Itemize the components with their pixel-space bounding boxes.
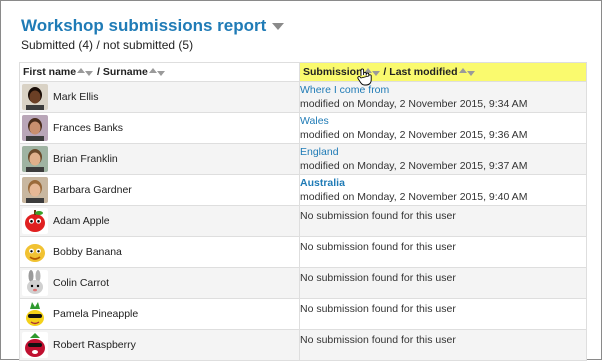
table-row: Frances Banks Wales modified on Monday, 2 …: [19, 112, 587, 144]
user-cell: Brian Franklin: [19, 143, 300, 175]
banana-avatar[interactable]: [22, 239, 48, 265]
user-name-link[interactable]: Brian Franklin: [53, 153, 118, 165]
user-cell: Frances Banks: [19, 112, 300, 144]
sort-first-name-link[interactable]: First name: [23, 66, 76, 78]
submission-cell: England modified on Monday, 2 November 20…: [299, 143, 587, 175]
raspberry-avatar[interactable]: [22, 332, 48, 358]
sort-last-modified-link[interactable]: Last modified: [389, 66, 457, 78]
photo-avatar[interactable]: [22, 84, 48, 110]
sort-arrows-icon[interactable]: [77, 67, 94, 77]
submission-cell: No submission found for this user: [299, 267, 587, 299]
report-title[interactable]: Workshop submissions report: [21, 16, 285, 36]
submission-link[interactable]: Australia: [300, 176, 586, 190]
submission-cell: Australia modified on Monday, 2 November …: [299, 174, 587, 206]
photo-avatar[interactable]: [22, 177, 48, 203]
table-row: Mark Ellis Where I come from modified on M…: [19, 81, 587, 113]
header-name: First name / Surname: [19, 62, 300, 82]
user-cell: Robert Raspberry: [19, 329, 300, 361]
pineapple-avatar[interactable]: [22, 301, 48, 327]
submission-cell: Where I come from modified on Monday, 2 N…: [299, 81, 587, 113]
sort-submission-link[interactable]: Submission: [303, 66, 363, 78]
user-cell: Pamela Pineapple: [19, 298, 300, 330]
user-name-link[interactable]: Barbara Gardner: [53, 184, 132, 196]
carrot-avatar[interactable]: [22, 270, 48, 296]
user-name-link[interactable]: Pamela Pineapple: [53, 308, 138, 320]
caret-down-icon[interactable]: [272, 23, 285, 31]
table-header-row: First name / Surname Submission / Last m…: [19, 62, 587, 82]
user-cell: Barbara Gardner: [19, 174, 300, 206]
last-modified-text: modified on Monday, 2 November 2015, 9:3…: [300, 98, 528, 110]
table-row: Robert Raspberry No submission found for …: [19, 329, 587, 361]
user-name-link[interactable]: Frances Banks: [53, 122, 123, 134]
user-name-link[interactable]: Robert Raspberry: [53, 339, 136, 351]
photo-avatar[interactable]: [22, 115, 48, 141]
submission-summary: Submitted (4) / not submitted (5): [21, 38, 194, 52]
apple-avatar[interactable]: [22, 208, 48, 234]
user-cell: Colin Carrot: [19, 267, 300, 299]
table-row: Adam Apple No submission found for this u…: [19, 205, 587, 237]
no-submission-text: No submission found for this user: [300, 210, 456, 222]
no-submission-text: No submission found for this user: [300, 303, 456, 315]
header-separator: /: [380, 66, 390, 78]
sort-arrows-icon[interactable]: [148, 67, 165, 77]
user-name-link[interactable]: Colin Carrot: [53, 277, 109, 289]
last-modified-text: modified on Monday, 2 November 2015, 9:3…: [300, 129, 528, 141]
report-title-text[interactable]: Workshop submissions report: [21, 16, 266, 35]
submission-cell: No submission found for this user: [299, 298, 587, 330]
no-submission-text: No submission found for this user: [300, 241, 456, 253]
header-separator: /: [94, 66, 103, 78]
submission-link[interactable]: Where I come from: [300, 83, 586, 97]
last-modified-text: modified on Monday, 2 November 2015, 9:3…: [300, 160, 528, 172]
submission-cell: No submission found for this user: [299, 236, 587, 268]
user-name-link[interactable]: Bobby Banana: [53, 246, 122, 258]
table-row: Barbara Gardner Australia modified on Mond…: [19, 174, 587, 206]
user-cell: Bobby Banana: [19, 236, 300, 268]
user-name-link[interactable]: Mark Ellis: [53, 91, 99, 103]
last-modified-text: modified on Monday, 2 November 2015, 9:4…: [300, 191, 528, 203]
table-row: Bobby Banana No submission found for this…: [19, 236, 587, 268]
user-name-link[interactable]: Adam Apple: [53, 215, 110, 227]
submission-link[interactable]: Wales: [300, 114, 586, 128]
sort-surname-link[interactable]: Surname: [103, 66, 148, 78]
header-submission: Submission / Last modified: [299, 62, 587, 82]
submission-link[interactable]: England: [300, 145, 586, 159]
hand-cursor-icon: [357, 68, 372, 86]
submission-cell: Wales modified on Monday, 2 November 2015…: [299, 112, 587, 144]
table-row: Pamela Pineapple No submission found for …: [19, 298, 587, 330]
submissions-table: First name / Surname Submission / Last m…: [19, 62, 587, 361]
no-submission-text: No submission found for this user: [300, 334, 456, 346]
user-cell: Adam Apple: [19, 205, 300, 237]
submission-cell: No submission found for this user: [299, 205, 587, 237]
photo-avatar[interactable]: [22, 146, 48, 172]
table-row: Colin Carrot No submission found for this…: [19, 267, 587, 299]
table-row: Brian Franklin England modified on Monday,…: [19, 143, 587, 175]
no-submission-text: No submission found for this user: [300, 272, 456, 284]
submission-cell: No submission found for this user: [299, 329, 587, 361]
sort-arrows-icon[interactable]: [458, 67, 475, 77]
user-cell: Mark Ellis: [19, 81, 300, 113]
